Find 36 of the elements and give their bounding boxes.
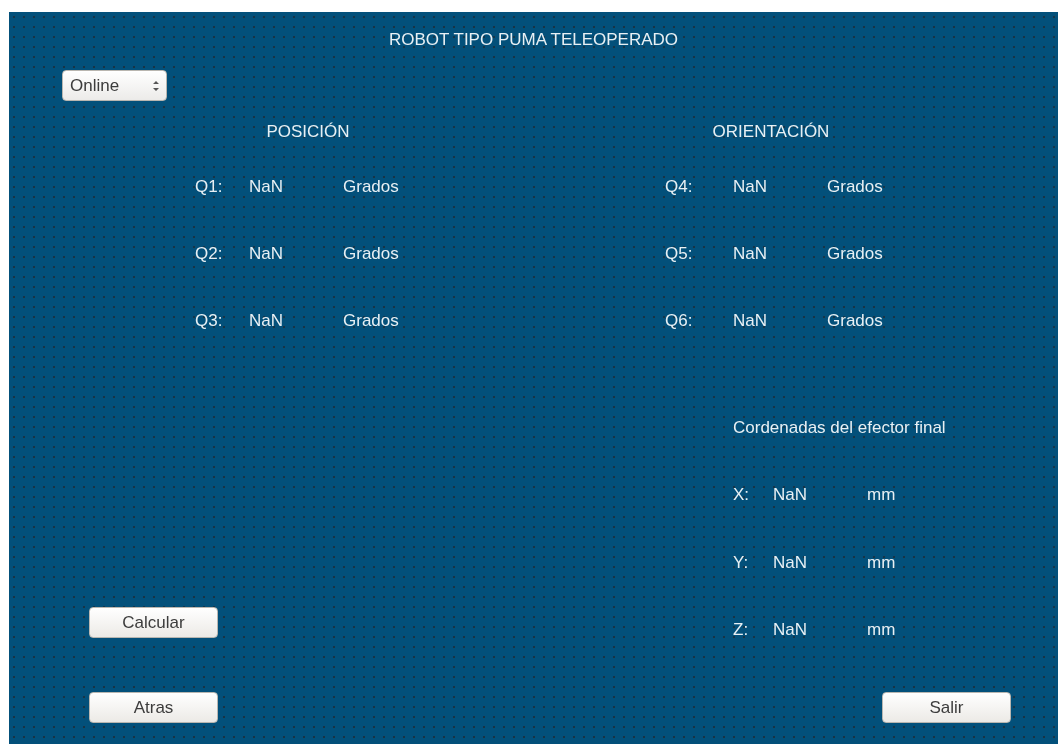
unit-label: mm — [867, 553, 896, 572]
joint-value: NaN — [249, 177, 283, 196]
joint-value: NaN — [733, 177, 767, 196]
button[interactable]: Atras — [89, 692, 218, 723]
coordinate-label: Z: — [733, 620, 749, 639]
coordinate-label: Y: — [733, 553, 749, 572]
spinner-arrows-icon — [152, 78, 160, 93]
joint-label: Q6: — [665, 311, 693, 330]
joint-label: Q1: — [195, 177, 223, 196]
joint-label: Q4: — [665, 177, 693, 196]
window-title: ROBOT TIPO PUMA TELEOPERADO — [388, 29, 679, 51]
button[interactable]: Calcular — [89, 607, 218, 638]
coordinate-label: X: — [733, 485, 750, 504]
section-heading: ORIENTACIÓN — [712, 121, 830, 143]
coordinate-value: NaN — [773, 553, 807, 572]
unit-label: mm — [867, 485, 896, 504]
mode-dropdown[interactable]: Online — [62, 70, 167, 101]
unit-label: mm — [867, 620, 896, 639]
joint-value: NaN — [733, 244, 767, 263]
coordinate-value: NaN — [773, 620, 807, 639]
button[interactable]: Salir — [882, 692, 1011, 723]
section-heading: Cordenadas del efector final — [733, 417, 946, 439]
coordinate-value: NaN — [773, 485, 807, 504]
unit-label: Grados — [343, 177, 399, 196]
joint-label: Q5: — [665, 244, 693, 263]
joint-label: Q2: — [195, 244, 223, 263]
joint-value: NaN — [249, 244, 283, 263]
joint-label: Q3: — [195, 311, 223, 330]
unit-label: Grados — [827, 311, 883, 330]
unit-label: Grados — [827, 244, 883, 263]
joint-value: NaN — [733, 311, 767, 330]
unit-label: Grados — [343, 311, 399, 330]
unit-label: Grados — [827, 177, 883, 196]
section-heading: POSICIÓN — [266, 121, 350, 143]
joint-value: NaN — [249, 311, 283, 330]
unit-label: Grados — [343, 244, 399, 263]
